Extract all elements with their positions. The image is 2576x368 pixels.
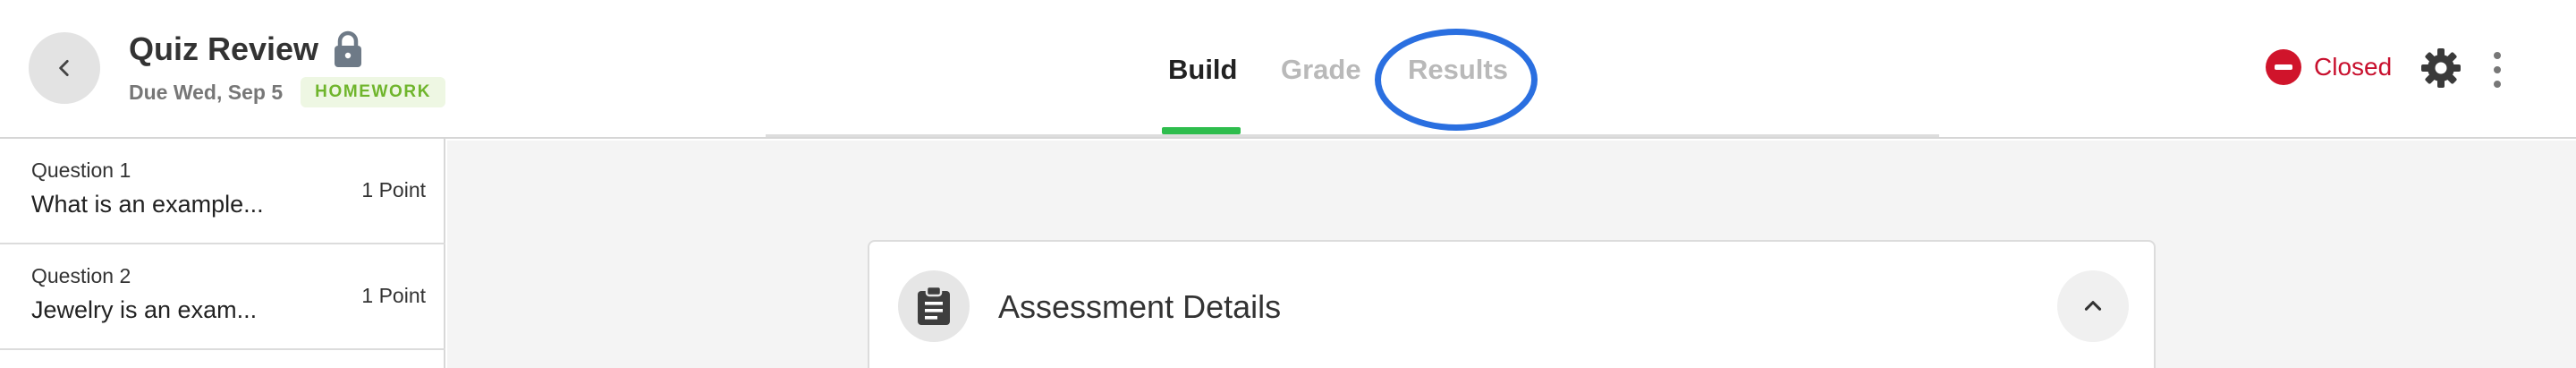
subtitle-row: Due Wed, Sep 5 HOMEWORK bbox=[129, 75, 446, 109]
tab-build[interactable]: Build bbox=[1168, 54, 1238, 86]
chevron-up-icon bbox=[2084, 301, 2102, 311]
title-row: Quiz Review bbox=[129, 27, 363, 72]
due-date: Due Wed, Sep 5 bbox=[129, 80, 284, 104]
page-header: Quiz Review Due Wed, Sep 5 HOMEWORK Buil… bbox=[0, 0, 2576, 139]
question-list-item[interactable]: Question 1 What is an example... 1 Point bbox=[0, 139, 445, 244]
assessment-details-card: Assessment Details bbox=[868, 240, 2156, 368]
card-title: Assessment Details bbox=[998, 288, 1282, 325]
kebab-menu-icon[interactable] bbox=[2487, 50, 2508, 90]
collapse-button[interactable] bbox=[2057, 270, 2129, 342]
question-sidebar: Question 1 What is an example... 1 Point… bbox=[0, 139, 445, 368]
status-toggle[interactable]: Closed bbox=[2266, 47, 2392, 88]
clipboard-icon bbox=[898, 270, 970, 342]
tab-bar: Build Grade Results bbox=[766, 0, 1939, 137]
tab-grade[interactable]: Grade bbox=[1281, 54, 1361, 86]
page-title: Quiz Review bbox=[129, 30, 319, 67]
no-entry-icon bbox=[2266, 49, 2301, 85]
gear-icon[interactable] bbox=[2419, 47, 2462, 90]
assignment-type-badge: HOMEWORK bbox=[301, 77, 446, 107]
question-points: 1 Point bbox=[361, 284, 426, 307]
lock-icon bbox=[333, 30, 363, 68]
question-preview: Jewelry is an exam... bbox=[31, 296, 258, 323]
question-points: 1 Point bbox=[361, 178, 426, 201]
question-preview: What is an example... bbox=[31, 191, 264, 218]
question-number: Question 1 bbox=[31, 158, 131, 182]
annotation-circle bbox=[1375, 29, 1538, 131]
main-content: Assessment Details bbox=[447, 141, 2576, 368]
status-label: Closed bbox=[2314, 53, 2393, 81]
back-button[interactable] bbox=[29, 32, 100, 104]
active-tab-indicator bbox=[1162, 127, 1241, 134]
question-number: Question 2 bbox=[31, 264, 131, 287]
chevron-left-icon bbox=[59, 60, 69, 76]
question-list-item[interactable]: Question 2 Jewelry is an exam... 1 Point bbox=[0, 244, 445, 350]
